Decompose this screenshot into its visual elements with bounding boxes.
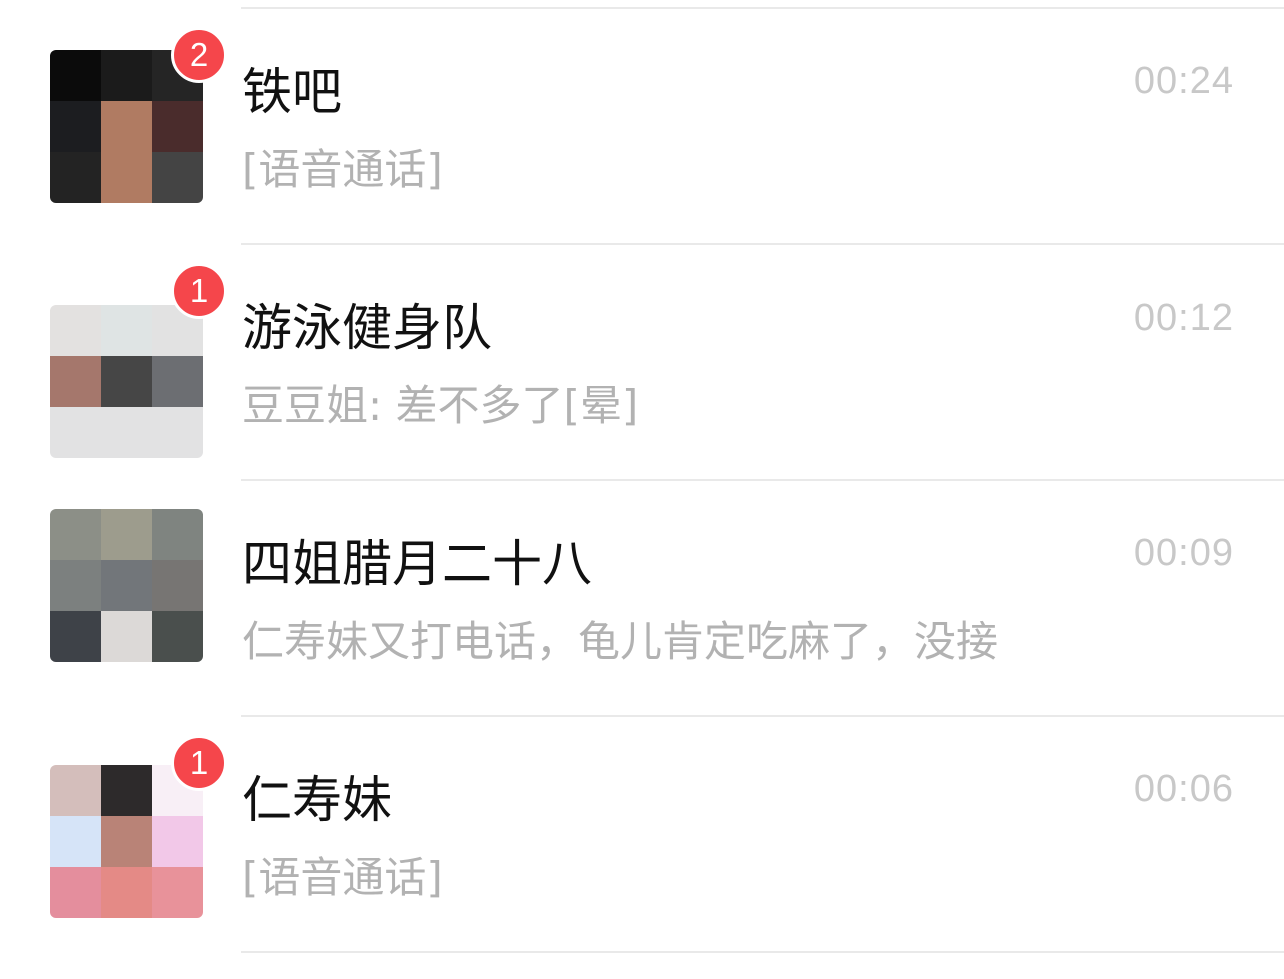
- avatar-pixel: [101, 509, 152, 560]
- avatar-pixel: [50, 101, 101, 152]
- chat-preview: 豆豆姐: 差不多了[晕]: [242, 381, 639, 430]
- avatar: [50, 765, 203, 918]
- chat-preview: 仁寿妹又打电话，龟儿肯定吃麻了，没接: [242, 617, 999, 666]
- chat-row-fourth-sister[interactable]: 四姐腊月二十八 00:09 仁寿妹又打电话，龟儿肯定吃麻了，没接: [0, 481, 1284, 717]
- unread-badge: 2: [171, 27, 227, 83]
- chat-name: 游泳健身队: [242, 299, 492, 357]
- avatar-pixel: [50, 765, 101, 816]
- chat-row-renshou-sister[interactable]: 1 仁寿妹 00:06 [语音通话]: [0, 717, 1284, 953]
- avatar-pixel: [152, 407, 203, 458]
- avatar-pixel: [50, 50, 101, 101]
- avatar-pixel: [50, 560, 101, 611]
- chat-row-swim-team[interactable]: 1 游泳健身队 00:12 豆豆姐: 差不多了[晕]: [0, 245, 1284, 481]
- avatar: [50, 509, 203, 662]
- unread-badge: 1: [171, 735, 227, 791]
- avatar-pixel: [101, 305, 152, 356]
- avatar-pixel: [101, 867, 152, 918]
- avatar-pixel: [101, 356, 152, 407]
- avatar-pixel: [50, 356, 101, 407]
- chat-name: 四姐腊月二十八: [242, 535, 592, 593]
- avatar-pixel: [50, 611, 101, 662]
- avatar-pixel: [101, 407, 152, 458]
- chat-time: 00:06: [1133, 768, 1234, 810]
- avatar-pixel: [101, 50, 152, 101]
- avatar-pixel: [101, 152, 152, 203]
- avatar-pixel: [152, 509, 203, 560]
- avatar-pixel: [101, 816, 152, 867]
- avatar: [50, 305, 203, 458]
- chat-name: 铁吧: [242, 63, 342, 121]
- chat-time: 00:09: [1133, 532, 1234, 574]
- chat-row-tieba[interactable]: 2 铁吧 00:24 [语音通话]: [0, 9, 1284, 245]
- avatar-pixel: [152, 560, 203, 611]
- avatar-pixel: [152, 816, 203, 867]
- chat-time: 00:24: [1133, 60, 1234, 102]
- avatar-pixel: [101, 101, 152, 152]
- avatar-pixel: [152, 101, 203, 152]
- avatar-pixel: [50, 509, 101, 560]
- avatar-pixel: [50, 152, 101, 203]
- avatar-pixel: [50, 867, 101, 918]
- avatar-pixel: [101, 611, 152, 662]
- avatar-pixel: [152, 867, 203, 918]
- avatar-pixel: [152, 152, 203, 203]
- chat-time: 00:12: [1133, 297, 1234, 339]
- chat-preview: [语音通话]: [242, 145, 443, 194]
- avatar-pixel: [101, 560, 152, 611]
- avatar-pixel: [50, 816, 101, 867]
- avatar-pixel: [50, 407, 101, 458]
- avatar-pixel: [152, 356, 203, 407]
- divider: [241, 951, 1284, 953]
- avatar-pixel: [152, 611, 203, 662]
- avatar-pixel: [101, 765, 152, 816]
- unread-badge: 1: [171, 263, 227, 319]
- avatar-pixel: [50, 305, 101, 356]
- chat-list: 2 铁吧 00:24 [语音通话] 1 游泳健身队 00:12 豆豆姐: 差不多…: [0, 0, 1284, 979]
- chat-preview: [语音通话]: [242, 853, 443, 902]
- chat-name: 仁寿妹: [242, 771, 392, 829]
